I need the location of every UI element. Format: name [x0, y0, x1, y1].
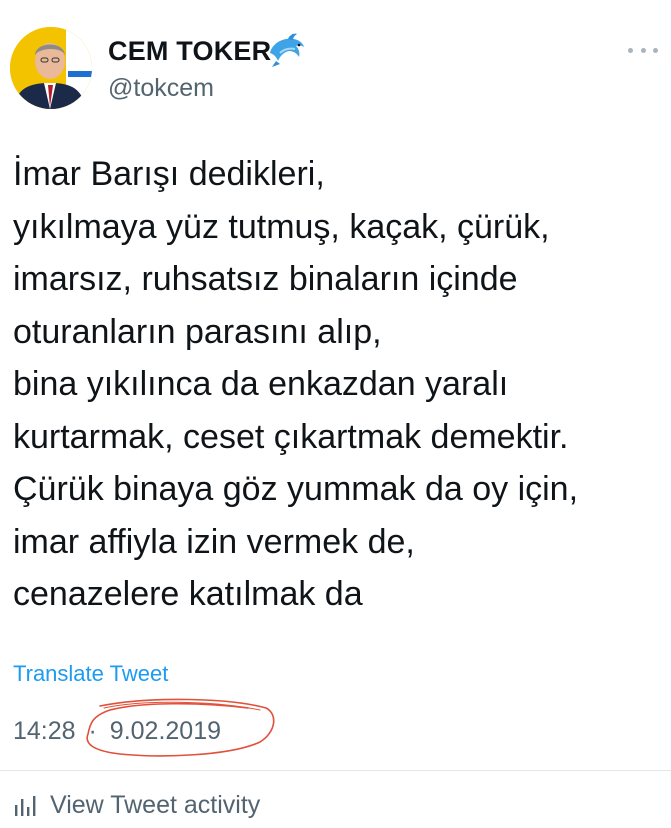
dolphin-icon [270, 33, 304, 67]
user-handle[interactable]: @tokcem [108, 74, 214, 103]
tweet-text: İmar Barışı dedikleri, yıkılmaya yüz tut… [13, 148, 663, 621]
avatar-photo [10, 27, 92, 109]
tweet-line: imarsız, ruhsatsız binaların içinde [13, 260, 518, 298]
bar-chart-icon [15, 795, 36, 816]
more-dot-icon [628, 47, 633, 53]
tweet-line: bina yıkılınca da enkazdan yaralı [13, 365, 509, 403]
tweet-time: 14:28 [13, 717, 76, 745]
view-tweet-activity-label: View Tweet activity [50, 791, 261, 819]
more-dot-icon [640, 47, 646, 53]
tweet-line: oturanların parasını alıp, [13, 312, 382, 351]
tweet-line: kurtarmak, ceset çıkartmak demektir. [13, 417, 569, 456]
tweet-card: CEM TOKER @tokcem İmar Barışı dedikleri,… [0, 0, 671, 828]
tweet-line: imar affiyla izin vermek de, [13, 522, 415, 561]
tweet-date: 9.02.2019 [109, 717, 222, 745]
translate-tweet-link[interactable]: Translate Tweet [13, 661, 168, 687]
timestamp[interactable]: 14:28 · 9.02.2019 [13, 717, 221, 746]
tweet-line: Çürük binaya göz yummak da oy için, [13, 470, 579, 508]
more-options-button[interactable] [628, 40, 658, 60]
divider [0, 770, 671, 771]
tweet-line: İmar Barışı dedikleri, [13, 155, 325, 193]
avatar[interactable] [10, 27, 92, 109]
more-dot-icon [653, 47, 658, 53]
tweet-line: yıkılmaya yüz tutmuş, kaçak, çürük, [13, 207, 550, 246]
tweet-line: cenazelere katılmak da [13, 575, 363, 613]
view-tweet-activity-button[interactable]: View Tweet activity [14, 791, 260, 820]
timestamp-separator: · [88, 717, 97, 745]
display-name[interactable]: CEM TOKER [108, 36, 271, 67]
